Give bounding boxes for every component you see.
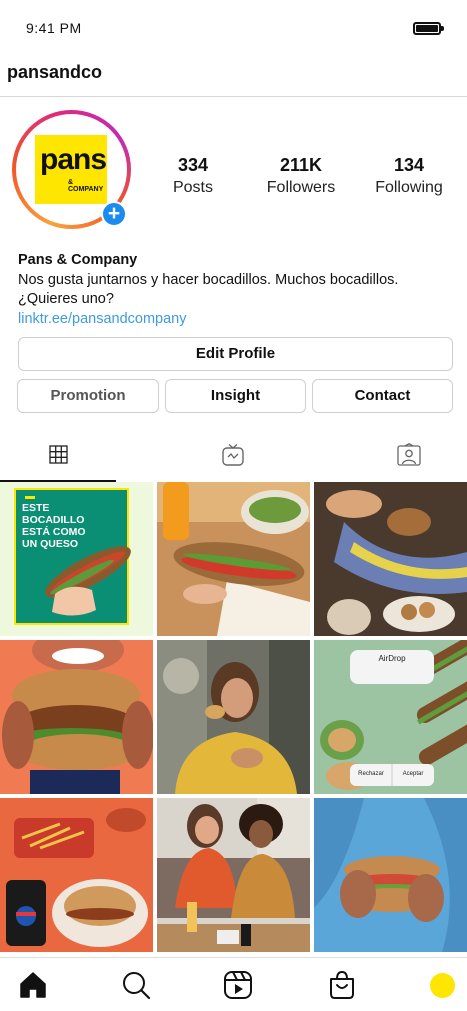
stat-count: 334: [177, 155, 209, 175]
profile-header: pansandco: [0, 56, 467, 97]
insight-button[interactable]: Insight: [165, 379, 306, 413]
username: pansandco: [7, 62, 103, 82]
stat-label: Following: [375, 179, 443, 196]
logo-text: pans: [40, 143, 107, 176]
post-image: [157, 798, 310, 952]
post-image: [157, 482, 310, 636]
edit-profile-button[interactable]: Edit Profile: [18, 337, 453, 371]
stat-count: 211K: [279, 155, 323, 175]
contact-button[interactable]: Contact: [312, 379, 453, 413]
post-thumbnail[interactable]: [157, 798, 310, 952]
post-caption-text: ESTE BOCADILLO ESTÁ COMO UN QUESO: [22, 502, 86, 550]
post-thumbnail[interactable]: [0, 798, 153, 952]
search-icon: [123, 972, 151, 1000]
home-icon: [20, 972, 46, 998]
tab-tagged[interactable]: [351, 428, 467, 482]
post-thumbnail[interactable]: [314, 798, 467, 952]
shop-icon: [330, 970, 354, 999]
airdrop-accept: Aceptar: [402, 771, 424, 777]
airdrop-decline: Rechazar: [358, 771, 384, 777]
stat-posts[interactable]: 334 Posts: [143, 155, 243, 197]
post-thumbnail[interactable]: [157, 482, 310, 636]
post-thumbnail[interactable]: [314, 482, 467, 636]
nav-reels[interactable]: [221, 968, 255, 1002]
post-image: [314, 482, 467, 636]
nav-profile[interactable]: [425, 968, 459, 1002]
status-time: 9:41 PM: [26, 20, 82, 36]
bottom-nav: [0, 957, 467, 1011]
stat-followers[interactable]: 211K Followers: [251, 155, 351, 197]
stat-label: Posts: [172, 179, 213, 196]
bio-link[interactable]: linktr.ee/pansandcompany: [18, 310, 448, 330]
tagged-icon: [397, 443, 421, 466]
post-image: [0, 640, 153, 794]
tab-posts-grid[interactable]: [0, 428, 116, 482]
post-thumbnail[interactable]: AirDrop Rechazar Aceptar: [314, 640, 467, 794]
post-thumbnail[interactable]: [157, 640, 310, 794]
grid-icon: [48, 444, 68, 464]
post-image: [157, 640, 310, 794]
brand-logo: pans & COMPANY: [35, 135, 107, 204]
nav-shop[interactable]: [325, 968, 359, 1002]
battery-icon: [413, 22, 444, 35]
post-image: [314, 798, 467, 952]
bio-text: ¿Quieres uno?: [18, 291, 114, 307]
stat-following[interactable]: 134 Following: [359, 155, 459, 197]
tab-igtv[interactable]: [175, 428, 291, 482]
add-story-icon[interactable]: +: [101, 201, 127, 227]
nav-search[interactable]: [119, 968, 153, 1002]
post-image: [0, 798, 153, 952]
stat-count: 134: [393, 155, 425, 175]
logo-subtext: & COMPANY: [68, 179, 104, 193]
post-thumbnail[interactable]: [0, 640, 153, 794]
igtv-icon: [222, 443, 244, 466]
status-bar: 9:41 PM: [0, 0, 467, 56]
bio: Pans & Company Nos gusta juntarnos y hac…: [18, 251, 448, 329]
nav-home[interactable]: [16, 968, 50, 1002]
promotion-button[interactable]: Promotion: [17, 379, 159, 413]
bio-text: Nos gusta juntarnos y hacer bocadillos. …: [18, 271, 399, 288]
reels-icon: [224, 971, 252, 999]
profile-avatar: [429, 972, 455, 998]
airdrop-title: AirDrop: [378, 654, 406, 663]
display-name: Pans & Company: [18, 252, 138, 268]
profile-tabs: [0, 428, 467, 482]
stat-label: Followers: [266, 179, 336, 196]
post-thumbnail[interactable]: ESTE BOCADILLO ESTÁ COMO UN QUESO: [0, 482, 153, 636]
